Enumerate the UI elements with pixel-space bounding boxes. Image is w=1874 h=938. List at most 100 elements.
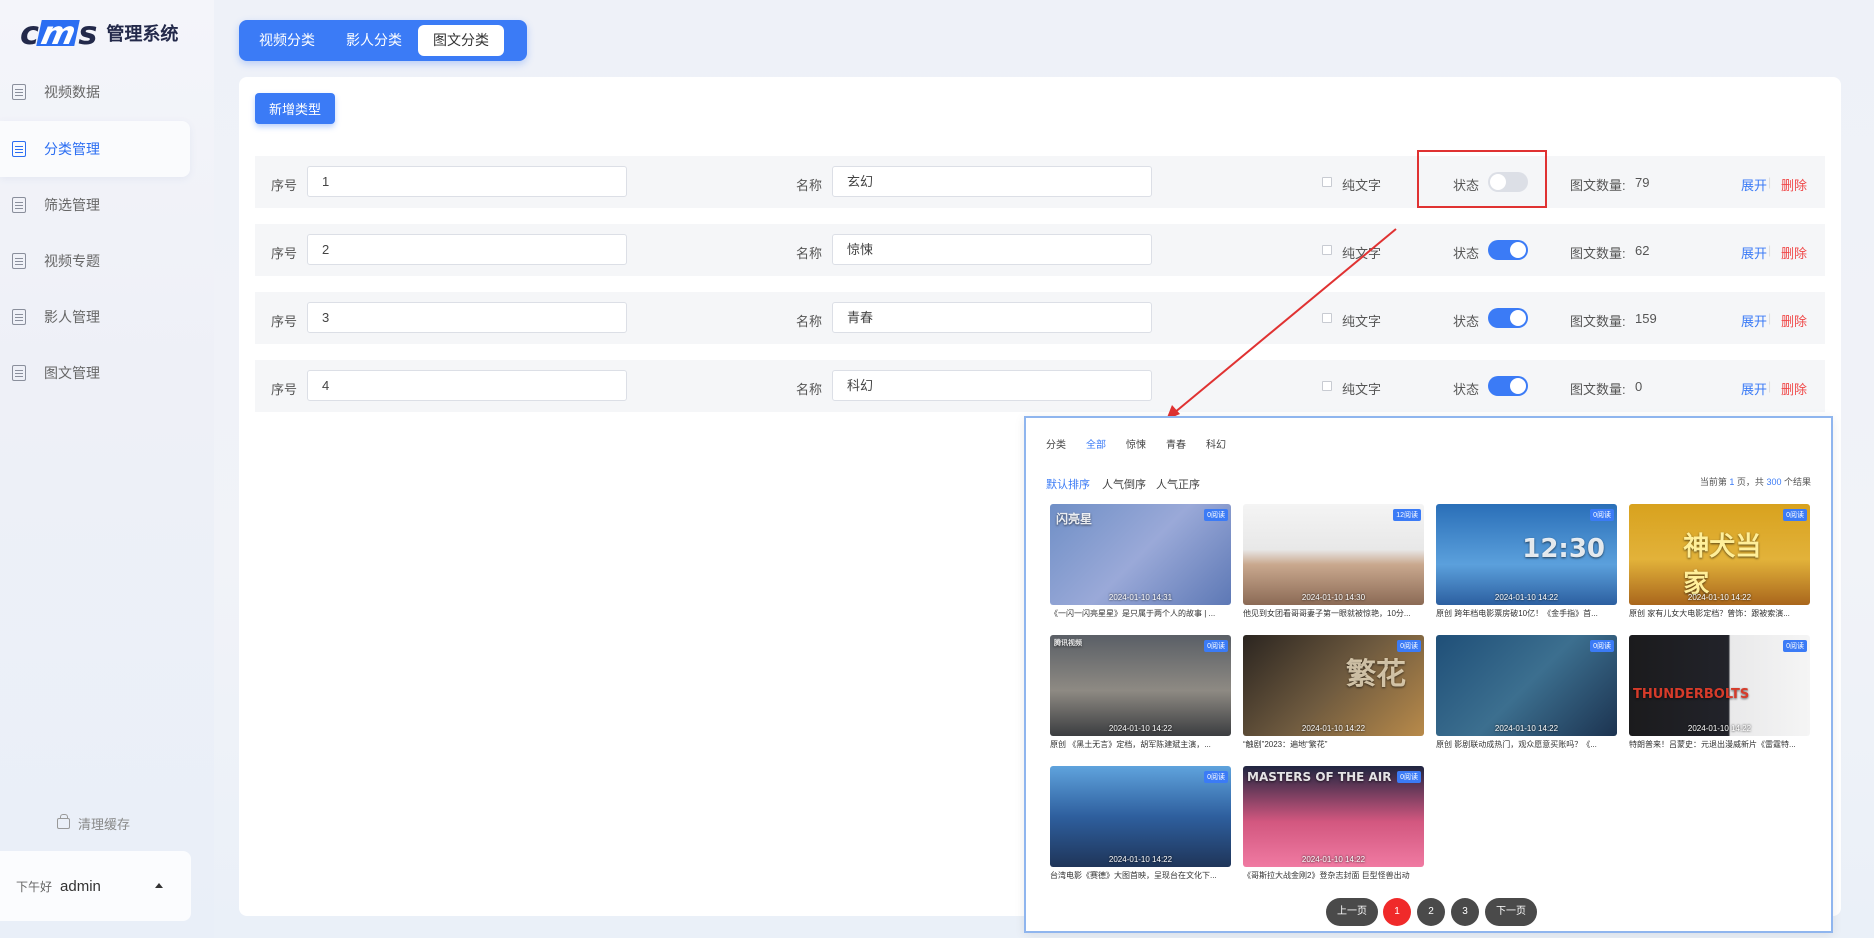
text-only-checkbox[interactable] bbox=[1322, 381, 1332, 391]
delete-link[interactable]: 删除 bbox=[1781, 379, 1807, 398]
count-label: 图文数量: bbox=[1570, 382, 1626, 397]
tab-article-category[interactable]: 图文分类 bbox=[418, 25, 504, 56]
article-card[interactable]: 腾讯视频 0阅读 2024-01-10 14:22 原创 《黑土无言》定档，胡军陈建斌… bbox=[1050, 635, 1231, 751]
name-input[interactable]: 玄幻 bbox=[832, 166, 1152, 197]
article-card[interactable]: 繁花 0阅读 2024-01-10 14:22 “触剧”2023：遍地“繁花” bbox=[1243, 635, 1424, 751]
article-thumbnail[interactable]: 神犬当家 0阅读 2024-01-10 14:22 bbox=[1629, 504, 1810, 605]
tab-people-category[interactable]: 影人分类 bbox=[331, 25, 417, 56]
index-input[interactable]: 2 bbox=[307, 234, 627, 265]
article-thumbnail[interactable]: THUNDERBOLTS 0阅读 2024-01-10 14:22 bbox=[1629, 635, 1810, 736]
name-input[interactable]: 青春 bbox=[832, 302, 1152, 333]
thumbnail-caption: MASTERS OF THE AIR bbox=[1247, 770, 1392, 784]
delete-link[interactable]: 删除 bbox=[1781, 243, 1807, 262]
publish-date: 2024-01-10 14:22 bbox=[1301, 855, 1366, 864]
preview-category-tab[interactable]: 惊悚 bbox=[1126, 436, 1146, 451]
read-count-badge: 12阅读 bbox=[1393, 509, 1421, 521]
text-only-checkbox[interactable] bbox=[1322, 313, 1332, 323]
expand-link[interactable]: 展开 bbox=[1741, 379, 1767, 398]
prev-page-button[interactable]: 上一页 bbox=[1326, 898, 1378, 926]
expand-link[interactable]: 展开 bbox=[1741, 311, 1767, 330]
status-toggle[interactable] bbox=[1488, 240, 1528, 260]
sidebar-item-label: 视频专题 bbox=[44, 253, 100, 269]
delete-link[interactable]: 删除 bbox=[1781, 311, 1807, 330]
sort-option[interactable]: 人气正序 bbox=[1156, 476, 1200, 492]
article-card[interactable]: 12阅读 2024-01-10 14:30 他见到女团看哥哥妻子第一眼就被惊艳，10… bbox=[1243, 504, 1424, 620]
article-thumbnail[interactable]: 0阅读 2024-01-10 14:22 bbox=[1436, 635, 1617, 736]
sidebar-item-label: 分类管理 bbox=[44, 141, 100, 157]
sidebar-item-people[interactable]: 影人管理 bbox=[0, 289, 190, 345]
page-button[interactable]: 2 bbox=[1417, 898, 1445, 926]
article-card[interactable]: 闪亮星 0阅读 2024-01-10 14:31 《一闪一闪亮星星》是只属于两个人的故… bbox=[1050, 504, 1231, 620]
expand-link[interactable]: 展开 bbox=[1741, 175, 1767, 194]
action-separator: | bbox=[1768, 379, 1772, 393]
document-icon bbox=[12, 253, 26, 269]
page-button[interactable]: 1 bbox=[1383, 898, 1411, 926]
article-card[interactable]: MASTERS OF THE AIR 0阅读 2024-01-10 14:22 《哥斯… bbox=[1243, 766, 1424, 882]
article-card[interactable]: 神犬当家 0阅读 2024-01-10 14:22 原创 家有儿女大电影定档？曾饰：跟… bbox=[1629, 504, 1810, 620]
article-title[interactable]: 《哥斯拉大战金刚2》登杂志封面 巨型怪兽出动 bbox=[1243, 869, 1424, 882]
sidebar-item-label: 图文管理 bbox=[44, 365, 100, 381]
page-button[interactable]: 3 bbox=[1451, 898, 1479, 926]
sort-option[interactable]: 人气倒序 bbox=[1102, 476, 1146, 492]
article-thumbnail[interactable]: 12阅读 2024-01-10 14:30 bbox=[1243, 504, 1424, 605]
article-thumbnail[interactable]: 12:30 0阅读 2024-01-10 14:22 bbox=[1436, 504, 1617, 605]
article-card[interactable]: 0阅读 2024-01-10 14:22 原创 影剧联动成热门，观众愿意买账吗？《.… bbox=[1436, 635, 1617, 751]
article-card[interactable]: 12:30 0阅读 2024-01-10 14:22 原创 跨年档电影票房破10亿！《… bbox=[1436, 504, 1617, 620]
name-input[interactable]: 科幻 bbox=[832, 370, 1152, 401]
article-title[interactable]: 原创 影剧联动成热门，观众愿意买账吗？《... bbox=[1436, 738, 1617, 751]
article-thumbnail[interactable]: 闪亮星 0阅读 2024-01-10 14:31 bbox=[1050, 504, 1231, 605]
publish-date: 2024-01-10 14:22 bbox=[1301, 724, 1366, 733]
article-card[interactable]: 0阅读 2024-01-10 14:22 台湾电影《赛德》大图首映，呈现台在文化下.… bbox=[1050, 766, 1231, 882]
publish-date: 2024-01-10 14:31 bbox=[1108, 593, 1173, 602]
article-title[interactable]: 原创 家有儿女大电影定档？曾饰：跟被索演... bbox=[1629, 607, 1810, 620]
sidebar-item-filter[interactable]: 筛选管理 bbox=[0, 177, 190, 233]
index-input[interactable]: 4 bbox=[307, 370, 627, 401]
sidebar-item-label: 影人管理 bbox=[44, 309, 100, 325]
text-only-checkbox[interactable] bbox=[1322, 245, 1332, 255]
index-label: 序号 bbox=[271, 178, 298, 193]
preview-category-tab[interactable]: 青春 bbox=[1166, 436, 1186, 451]
name-input[interactable]: 惊悚 bbox=[832, 234, 1152, 265]
preview-category-tab[interactable]: 全部 bbox=[1086, 436, 1106, 451]
status-toggle[interactable] bbox=[1488, 376, 1528, 396]
preview-category-tab[interactable]: 科幻 bbox=[1206, 436, 1226, 451]
name-label: 名称 bbox=[796, 382, 823, 397]
frontend-preview-popup: 分类 全部 惊悚 青春 科幻 默认排序 人气倒序 人气正序 当前第 1 页，共 300 个结… bbox=[1024, 416, 1833, 933]
sort-option[interactable]: 默认排序 bbox=[1046, 476, 1090, 492]
read-count-badge: 0阅读 bbox=[1783, 640, 1807, 652]
article-thumbnail[interactable]: 腾讯视频 0阅读 2024-01-10 14:22 bbox=[1050, 635, 1231, 736]
next-page-button[interactable]: 下一页 bbox=[1485, 898, 1537, 926]
delete-link[interactable]: 删除 bbox=[1781, 175, 1807, 194]
index-input[interactable]: 1 bbox=[307, 166, 627, 197]
text-only-checkbox[interactable] bbox=[1322, 177, 1332, 187]
clear-cache-label: 清理缓存 bbox=[78, 817, 131, 832]
clear-cache-button[interactable]: 清理缓存 bbox=[57, 814, 130, 833]
sidebar-item-video-data[interactable]: 视频数据 bbox=[0, 64, 190, 120]
action-separator: | bbox=[1768, 311, 1772, 325]
article-thumbnail[interactable]: 0阅读 2024-01-10 14:22 bbox=[1050, 766, 1231, 867]
article-title[interactable]: 《一闪一闪亮星星》是只属于两个人的故事 | ... bbox=[1050, 607, 1231, 620]
read-count-badge: 0阅读 bbox=[1397, 640, 1421, 652]
article-title[interactable]: 特朗普来！吕蒙史：元退出漫威新片《雷霆特... bbox=[1629, 738, 1810, 751]
article-title[interactable]: 原创 《黑土无言》定档，胡军陈建斌主演，... bbox=[1050, 738, 1231, 751]
article-card[interactable]: THUNDERBOLTS 0阅读 2024-01-10 14:22 特朗普来！吕蒙史：… bbox=[1629, 635, 1810, 751]
status-toggle[interactable] bbox=[1488, 308, 1528, 328]
article-title[interactable]: “触剧”2023：遍地“繁花” bbox=[1243, 738, 1424, 751]
thumbnail-caption: 神犬当家 bbox=[1683, 532, 1762, 599]
user-menu[interactable]: 下午好 admin bbox=[0, 851, 191, 921]
article-title[interactable]: 他见到女团看哥哥妻子第一眼就被惊艳，10分... bbox=[1243, 607, 1424, 620]
sidebar-item-video-topic[interactable]: 视频专题 bbox=[0, 233, 190, 289]
index-input[interactable]: 3 bbox=[307, 302, 627, 333]
status-label: 状态 bbox=[1453, 246, 1480, 261]
article-thumbnail[interactable]: 繁花 0阅读 2024-01-10 14:22 bbox=[1243, 635, 1424, 736]
article-title[interactable]: 台湾电影《赛德》大图首映，呈现台在文化下... bbox=[1050, 869, 1231, 882]
thumbnail-caption: 繁花 bbox=[1346, 657, 1406, 692]
expand-link[interactable]: 展开 bbox=[1741, 243, 1767, 262]
tab-video-category[interactable]: 视频分类 bbox=[244, 25, 330, 56]
sidebar-item-label: 筛选管理 bbox=[44, 197, 100, 213]
article-title[interactable]: 原创 跨年档电影票房破10亿！《金手指》首... bbox=[1436, 607, 1617, 620]
add-type-button[interactable]: 新增类型 bbox=[255, 93, 335, 124]
sidebar-item-articles[interactable]: 图文管理 bbox=[0, 345, 190, 401]
article-thumbnail[interactable]: MASTERS OF THE AIR 0阅读 2024-01-10 14:22 bbox=[1243, 766, 1424, 867]
sidebar-item-category[interactable]: 分类管理 bbox=[0, 121, 190, 177]
